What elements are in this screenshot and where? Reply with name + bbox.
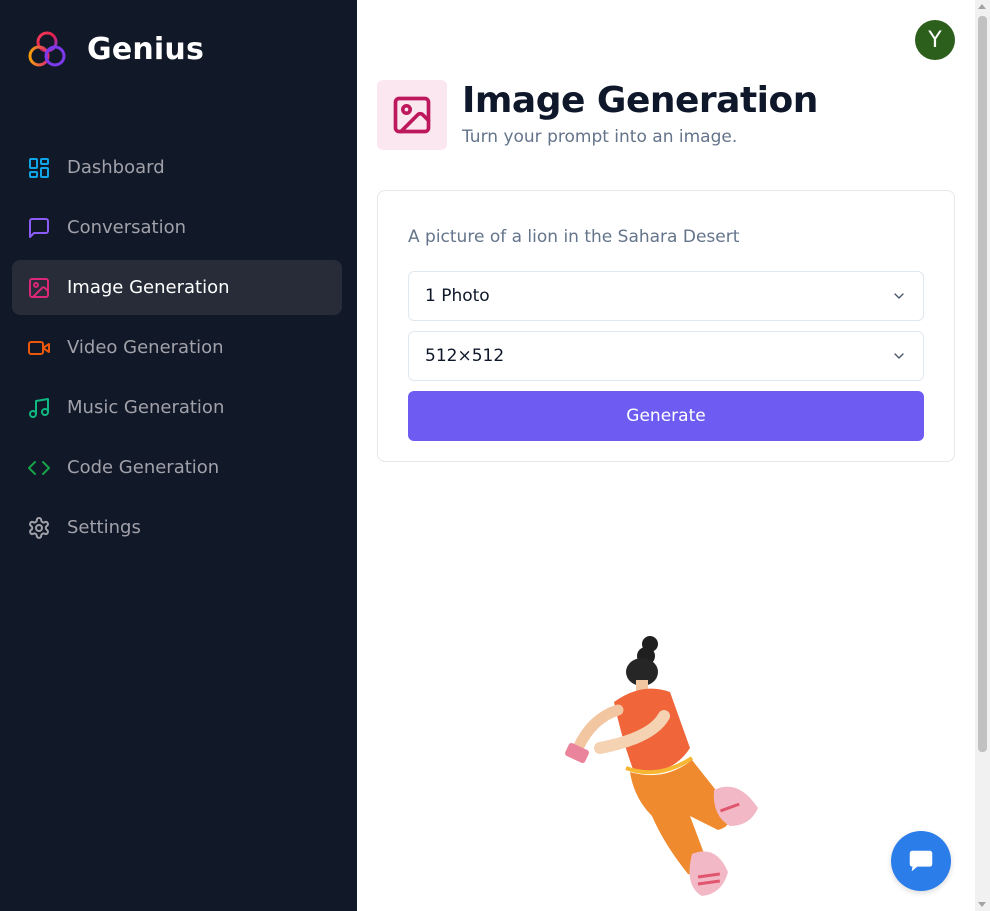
resolution-select-value: 512×512: [425, 346, 505, 366]
generate-button[interactable]: Generate: [408, 391, 924, 441]
sidebar-item-dashboard[interactable]: Dashboard: [12, 140, 342, 195]
scroll-up-arrow-icon[interactable]: [978, 4, 986, 9]
sidebar-item-code-generation[interactable]: Code Generation: [12, 440, 342, 495]
page-title: Image Generation: [462, 80, 818, 121]
chat-widget-button[interactable]: [891, 831, 951, 891]
main-content: Y Image Generation Turn your prompt into…: [357, 0, 975, 911]
sidebar-item-music-generation[interactable]: Music Generation: [12, 380, 342, 435]
sidebar-item-image-generation[interactable]: Image Generation: [12, 260, 342, 315]
chevron-down-icon: [891, 288, 907, 304]
chat-bubble-icon: [909, 850, 933, 872]
vertical-scrollbar[interactable]: [975, 0, 990, 911]
dashboard-icon: [27, 156, 51, 180]
message-square-icon: [27, 216, 51, 240]
sidebar-item-settings[interactable]: Settings: [12, 500, 342, 555]
sidebar-item-conversation[interactable]: Conversation: [12, 200, 342, 255]
sidebar-nav: Dashboard Conversation Image Generation: [12, 140, 342, 560]
sidebar-item-label: Video Generation: [67, 337, 224, 358]
sidebar-item-label: Conversation: [67, 217, 187, 238]
music-icon: [27, 396, 51, 420]
empty-state-illustration: [565, 636, 758, 896]
page-icon-box: [377, 80, 447, 150]
sidebar-item-label: Settings: [67, 517, 141, 538]
amount-select[interactable]: 1 Photo: [408, 271, 924, 321]
chevron-down-icon: [891, 348, 907, 364]
amount-select-value: 1 Photo: [425, 286, 490, 306]
sidebar-item-video-generation[interactable]: Video Generation: [12, 320, 342, 375]
generation-form: 1 Photo 512×512 Generate: [377, 190, 955, 462]
sidebar-item-label: Music Generation: [67, 397, 225, 418]
video-icon: [27, 336, 51, 360]
settings-icon: [27, 516, 51, 540]
resolution-select[interactable]: 512×512: [408, 331, 924, 381]
code-icon: [27, 456, 51, 480]
image-icon: [393, 96, 431, 134]
brand[interactable]: Genius: [26, 28, 204, 70]
genius-logo-icon: [28, 31, 66, 67]
scroll-down-arrow-icon[interactable]: [978, 902, 986, 907]
sidebar-item-label: Image Generation: [67, 277, 230, 298]
sidebar: Genius Dashboard Conversation Image Gene…: [0, 0, 357, 911]
prompt-input[interactable]: [408, 223, 924, 251]
page-subtitle: Turn your prompt into an image.: [462, 127, 738, 147]
sidebar-item-label: Dashboard: [67, 157, 165, 178]
brand-name: Genius: [87, 31, 205, 67]
image-icon: [27, 276, 51, 300]
scroll-thumb[interactable]: [978, 16, 987, 752]
user-avatar[interactable]: Y: [915, 20, 955, 60]
avatar-initial: Y: [928, 27, 942, 53]
sidebar-item-label: Code Generation: [67, 457, 220, 478]
